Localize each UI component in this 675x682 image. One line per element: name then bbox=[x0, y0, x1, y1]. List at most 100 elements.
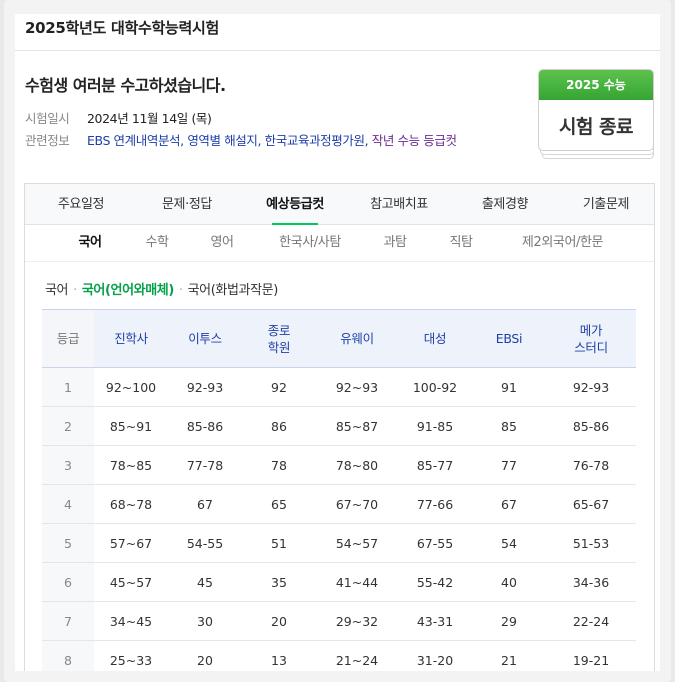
header-card: 2025학년도 대학수학능력시험 bbox=[15, 14, 660, 51]
subtab-vocational[interactable]: 직탐 bbox=[436, 225, 486, 261]
cut-cell-megastudy: 19-21 bbox=[546, 640, 636, 671]
tab-questions-answers[interactable]: 문제·정답 bbox=[139, 184, 235, 224]
related-info-row: 관련정보 EBS 연계내역분석, 영역별 해설지, 한국교육과정평가원, 작년 수… bbox=[25, 130, 457, 149]
cut-cell-etoos: 92-93 bbox=[168, 367, 242, 407]
korean-subtype-filter: 국어 · 국어(언어와매체) · 국어(화법과작문) bbox=[45, 283, 279, 298]
table-row: 7 34~45 30 20 29~32 43-31 29 22-24 bbox=[42, 601, 636, 641]
cut-cell-uway: 92~93 bbox=[316, 367, 398, 407]
cut-cell-jongro: 92 bbox=[242, 367, 316, 407]
subtab-science[interactable]: 과탐 bbox=[370, 225, 420, 261]
cut-cell-daesung: 91-85 bbox=[398, 406, 472, 446]
grade-cell: 7 bbox=[42, 601, 94, 641]
cut-cell-daesung: 77-66 bbox=[398, 484, 472, 524]
table-row: 6 45~57 45 35 41~44 55-42 40 34-36 bbox=[42, 562, 636, 602]
subtab-math[interactable]: 수학 bbox=[132, 225, 182, 261]
calendar-band: 2025 수능 bbox=[539, 70, 653, 100]
cut-cell-uway: 21~24 bbox=[316, 640, 398, 671]
subtab-korean[interactable]: 국어 bbox=[65, 225, 115, 261]
subject-tab-bar: 국어 수학 영어 한국사/사탐 과탐 직탐 제2외국어/한문 bbox=[25, 225, 654, 262]
cut-cell-megastudy: 85-86 bbox=[546, 406, 636, 446]
cut-cell-uway: 54~57 bbox=[316, 523, 398, 563]
table-row: 2 85~91 85-86 86 85~87 91-85 85 85-86 bbox=[42, 406, 636, 446]
cut-cell-daesung: 100-92 bbox=[398, 367, 472, 407]
table-row: 5 57~67 54-55 51 54~57 67-55 54 51-53 bbox=[42, 523, 636, 563]
cut-cell-daesung: 85-77 bbox=[398, 445, 472, 485]
main-card: 수험생 여러분 수고하셨습니다. 시험일시 2024년 11월 14일 (목) 관… bbox=[15, 51, 660, 671]
cut-cell-jinhaksa: 68~78 bbox=[94, 484, 168, 524]
header-etoos: 이투스 bbox=[168, 309, 242, 368]
link-answer-commentary[interactable]: 영역별 해설지 bbox=[187, 133, 258, 148]
grade-cell: 1 bbox=[42, 367, 94, 407]
cut-cell-jinhaksa: 78~85 bbox=[94, 445, 168, 485]
link-ebs-analysis[interactable]: EBS 연계내역분석 bbox=[87, 133, 181, 148]
cut-cell-jongro: 78 bbox=[242, 445, 316, 485]
table-body: 1 92~100 92-93 92 92~93 100-92 91 92-93 2 85~91 85… bbox=[42, 367, 636, 671]
cut-cell-daesung: 67-55 bbox=[398, 523, 472, 563]
header-jinhaksa: 진학사 bbox=[94, 309, 168, 368]
cut-cell-jongro: 20 bbox=[242, 601, 316, 641]
main-tab-bar: 주요일정 문제·정답 예상등급컷 참고배치표 출제경향 기출문제 bbox=[25, 184, 654, 225]
exam-date-row: 시험일시 2024년 11월 14일 (목) bbox=[25, 108, 212, 127]
cut-cell-etoos: 67 bbox=[168, 484, 242, 524]
subtab-second-language[interactable]: 제2외국어/한문 bbox=[505, 225, 620, 261]
cut-cell-megastudy: 92-93 bbox=[546, 367, 636, 407]
cut-cell-ebsi: 21 bbox=[472, 640, 546, 671]
calendar-badge: 2025 수능 시험 종료 bbox=[538, 69, 654, 159]
cut-cell-ebsi: 54 bbox=[472, 523, 546, 563]
tab-expected-grade-cut[interactable]: 예상등급컷 bbox=[247, 184, 343, 225]
cut-cell-megastudy: 34-36 bbox=[546, 562, 636, 602]
table-row: 4 68~78 67 65 67~70 77-66 67 65-67 bbox=[42, 484, 636, 524]
subtab-english[interactable]: 영어 bbox=[197, 225, 247, 261]
related-info-label: 관련정보 bbox=[25, 133, 70, 148]
filter-language-media[interactable]: 국어(언어와매체) bbox=[82, 283, 174, 298]
grade-cut-panel: 주요일정 문제·정답 예상등급컷 참고배치표 출제경향 기출문제 국어 수학 영… bbox=[24, 183, 655, 671]
header-uway: 유웨이 bbox=[316, 309, 398, 368]
cut-cell-uway: 29~32 bbox=[316, 601, 398, 641]
cut-cell-uway: 41~44 bbox=[316, 562, 398, 602]
table-header-row: 등급 진학사 이투스 종로 학원 유웨이 대성 EBSi 메가 스터디 bbox=[42, 309, 636, 368]
cut-cell-uway: 85~87 bbox=[316, 406, 398, 446]
tab-past-exams[interactable]: 기출문제 bbox=[558, 184, 654, 224]
cut-cell-jongro: 35 bbox=[242, 562, 316, 602]
grade-cell: 5 bbox=[42, 523, 94, 563]
cut-cell-megastudy: 76-78 bbox=[546, 445, 636, 485]
cut-cell-uway: 78~80 bbox=[316, 445, 398, 485]
cut-cell-jinhaksa: 85~91 bbox=[94, 406, 168, 446]
filter-korean[interactable]: 국어 bbox=[45, 283, 69, 298]
cut-cell-jongro: 65 bbox=[242, 484, 316, 524]
cut-cell-megastudy: 65-67 bbox=[546, 484, 636, 524]
table-row: 3 78~85 77-78 78 78~80 85-77 77 76-78 bbox=[42, 445, 636, 485]
exam-date-value: 2024년 11월 14일 (목) bbox=[87, 111, 212, 126]
grade-cut-table: 등급 진학사 이투스 종로 학원 유웨이 대성 EBSi 메가 스터디 1 92~100 92-93 9… bbox=[42, 309, 636, 671]
cut-cell-jinhaksa: 45~57 bbox=[94, 562, 168, 602]
grade-cell: 6 bbox=[42, 562, 94, 602]
tab-schedule[interactable]: 주요일정 bbox=[33, 184, 129, 224]
subtab-history-social[interactable]: 한국사/사탐 bbox=[265, 225, 355, 261]
header-jongro: 종로 학원 bbox=[242, 309, 316, 368]
exam-date-label: 시험일시 bbox=[25, 111, 70, 126]
cut-cell-ebsi: 29 bbox=[472, 601, 546, 641]
cut-cell-jongro: 86 bbox=[242, 406, 316, 446]
header-daesung: 대성 bbox=[398, 309, 472, 368]
cut-cell-ebsi: 67 bbox=[472, 484, 546, 524]
cut-cell-daesung: 31-20 bbox=[398, 640, 472, 671]
link-kice[interactable]: 한국교육과정평가원 bbox=[265, 133, 365, 148]
cut-cell-etoos: 30 bbox=[168, 601, 242, 641]
tab-exam-trend[interactable]: 출제경향 bbox=[457, 184, 553, 224]
link-last-year-cut[interactable]: 작년 수능 등급컷 bbox=[372, 133, 457, 148]
cut-cell-megastudy: 22-24 bbox=[546, 601, 636, 641]
table-row: 1 92~100 92-93 92 92~93 100-92 91 92-93 bbox=[42, 367, 636, 407]
grade-cell: 2 bbox=[42, 406, 94, 446]
cut-cell-jinhaksa: 57~67 bbox=[94, 523, 168, 563]
filter-speech-writing[interactable]: 국어(화법과작문) bbox=[188, 283, 279, 298]
cut-cell-etoos: 45 bbox=[168, 562, 242, 602]
cut-cell-jongro: 13 bbox=[242, 640, 316, 671]
calendar-status: 시험 종료 bbox=[558, 116, 634, 138]
tab-placement-table[interactable]: 참고배치표 bbox=[351, 184, 447, 224]
cut-cell-etoos: 54-55 bbox=[168, 523, 242, 563]
cut-cell-jinhaksa: 25~33 bbox=[94, 640, 168, 671]
grade-cell: 8 bbox=[42, 640, 94, 671]
cut-cell-etoos: 77-78 bbox=[168, 445, 242, 485]
cut-cell-uway: 67~70 bbox=[316, 484, 398, 524]
cut-cell-megastudy: 51-53 bbox=[546, 523, 636, 563]
